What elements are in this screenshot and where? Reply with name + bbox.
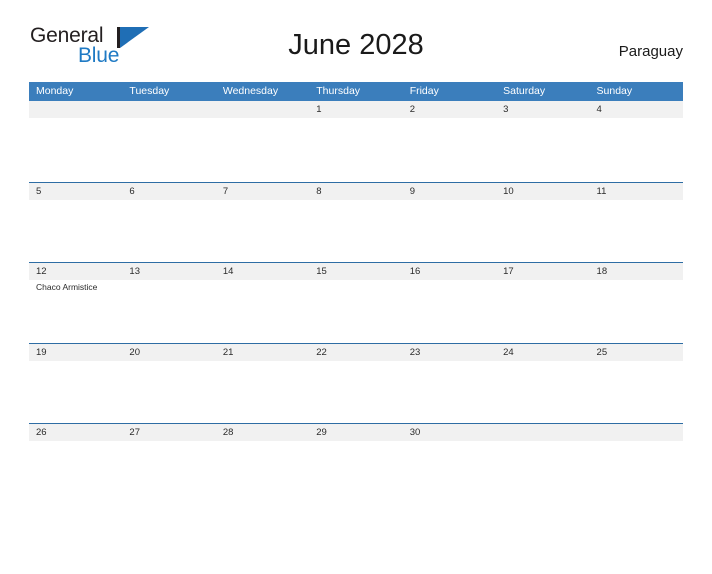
day-number: 4 <box>596 104 602 115</box>
page-header: General Blue June 2028 Paraguay <box>29 24 683 72</box>
day-number: 13 <box>129 266 140 277</box>
page-title: June 2028 <box>288 29 424 61</box>
weekday-header-friday: Friday <box>409 85 439 97</box>
calendar-week-row: 12 Chaco Armistice 13 14 15 16 17 18 <box>29 262 683 343</box>
calendar-grid: Monday Tuesday Wednesday Thursday Friday… <box>29 82 683 504</box>
calendar-day-cell[interactable]: 1 <box>309 101 403 182</box>
day-number: 6 <box>129 185 135 197</box>
calendar-day-cell[interactable]: 26 <box>29 424 123 504</box>
calendar-week-row: 26 27 28 29 30 <box>29 423 683 504</box>
calendar-day-cell[interactable]: 4 <box>589 101 683 182</box>
calendar-day-cell[interactable]: 23 <box>402 343 497 423</box>
day-number: 27 <box>129 427 140 438</box>
calendar-weeks: 1 2 3 4 5 6 7 8 9 10 11 12 Chaco Armistice 13 14 15 16 17… <box>29 101 683 504</box>
calendar-day-cell[interactable]: 9 <box>402 182 497 262</box>
calendar-day-cell-empty <box>496 424 590 504</box>
day-number: 10 <box>503 185 514 197</box>
calendar-day-cell[interactable]: 22 <box>309 343 403 423</box>
calendar-day-cell-empty <box>589 424 683 504</box>
calendar-day-cell[interactable]: 13 <box>122 263 216 343</box>
calendar-day-cell[interactable]: 5 <box>29 182 123 262</box>
calendar-day-cell-empty <box>215 101 310 182</box>
day-number: 3 <box>503 104 509 115</box>
calendar-day-cell[interactable]: 30 <box>402 424 497 504</box>
calendar-page: General Blue June 2028 Paraguay Monday T… <box>0 24 712 574</box>
calendar-day-cell[interactable]: 11 <box>589 182 683 262</box>
calendar-day-cell[interactable]: 12 Chaco Armistice <box>29 263 123 343</box>
day-number: 21 <box>222 346 234 358</box>
weekday-header-tuesday: Tuesday <box>129 85 170 97</box>
day-number: 24 <box>503 346 514 358</box>
day-number: 1 <box>316 104 322 115</box>
country-label: Paraguay <box>618 43 683 60</box>
day-number: 17 <box>503 266 514 277</box>
calendar-day-cell[interactable]: 10 <box>496 182 590 262</box>
calendar-day-cell-empty <box>29 101 123 182</box>
calendar-day-cell[interactable]: 17 <box>496 263 590 343</box>
calendar-week-row: 1 2 3 4 <box>29 101 683 182</box>
calendar-day-cell[interactable]: 2 <box>402 101 497 182</box>
weekday-header-thursday: Thursday <box>316 85 361 97</box>
calendar-day-cell[interactable]: 25 <box>589 343 683 423</box>
weekday-header-wednesday: Wednesday <box>222 85 279 97</box>
calendar-day-cell[interactable]: 19 <box>29 343 123 423</box>
calendar-day-cell[interactable]: 27 <box>122 424 216 504</box>
day-number: 2 <box>409 104 415 115</box>
calendar-day-cell[interactable]: 14 <box>215 263 310 343</box>
day-number: 20 <box>129 346 140 358</box>
day-number: 28 <box>222 427 234 438</box>
calendar-day-cell[interactable]: 8 <box>309 182 403 262</box>
day-number: 26 <box>36 427 47 438</box>
weekday-header-saturday: Saturday <box>503 85 546 97</box>
day-number: 29 <box>316 427 327 438</box>
day-number: 22 <box>316 346 327 358</box>
calendar-week-row: 5 6 7 8 9 10 11 <box>29 181 683 262</box>
day-number: 5 <box>36 185 42 197</box>
calendar-week-row: 19 20 21 22 23 24 25 <box>29 342 683 423</box>
day-number: 9 <box>409 185 415 197</box>
day-number: 30 <box>409 427 421 438</box>
calendar-day-cell[interactable]: 29 <box>309 424 403 504</box>
calendar-day-cell[interactable]: 28 <box>215 424 310 504</box>
day-number: 16 <box>409 266 421 277</box>
day-number: 19 <box>36 346 47 358</box>
calendar-day-cell[interactable]: 24 <box>496 343 590 423</box>
calendar-day-cell[interactable]: 15 <box>309 263 403 343</box>
weekday-header-monday: Monday <box>36 85 74 97</box>
calendar-day-cell-empty <box>122 101 216 182</box>
day-number: 23 <box>409 346 421 358</box>
calendar-day-cell[interactable]: 18 <box>589 263 683 343</box>
calendar-day-cell[interactable]: 7 <box>215 182 310 262</box>
calendar-day-cell[interactable]: 3 <box>496 101 590 182</box>
day-number: 11 <box>596 185 607 197</box>
day-number: 7 <box>222 185 229 197</box>
day-number: 14 <box>222 266 234 277</box>
day-number: 8 <box>316 185 322 197</box>
day-number: 25 <box>596 346 608 358</box>
weekday-header-sunday: Sunday <box>596 85 633 97</box>
calendar-day-cell[interactable]: 20 <box>122 343 216 423</box>
day-number: 18 <box>596 266 608 277</box>
holiday-label: Chaco Armistice <box>36 282 98 292</box>
weekday-header-row: Monday Tuesday Wednesday Thursday Friday… <box>29 82 683 101</box>
calendar-day-cell[interactable]: 16 <box>402 263 497 343</box>
day-number: 15 <box>316 266 327 277</box>
day-number: 12 <box>36 266 47 277</box>
calendar-day-cell[interactable]: 21 <box>215 343 310 423</box>
calendar-day-cell[interactable]: 6 <box>122 182 216 262</box>
